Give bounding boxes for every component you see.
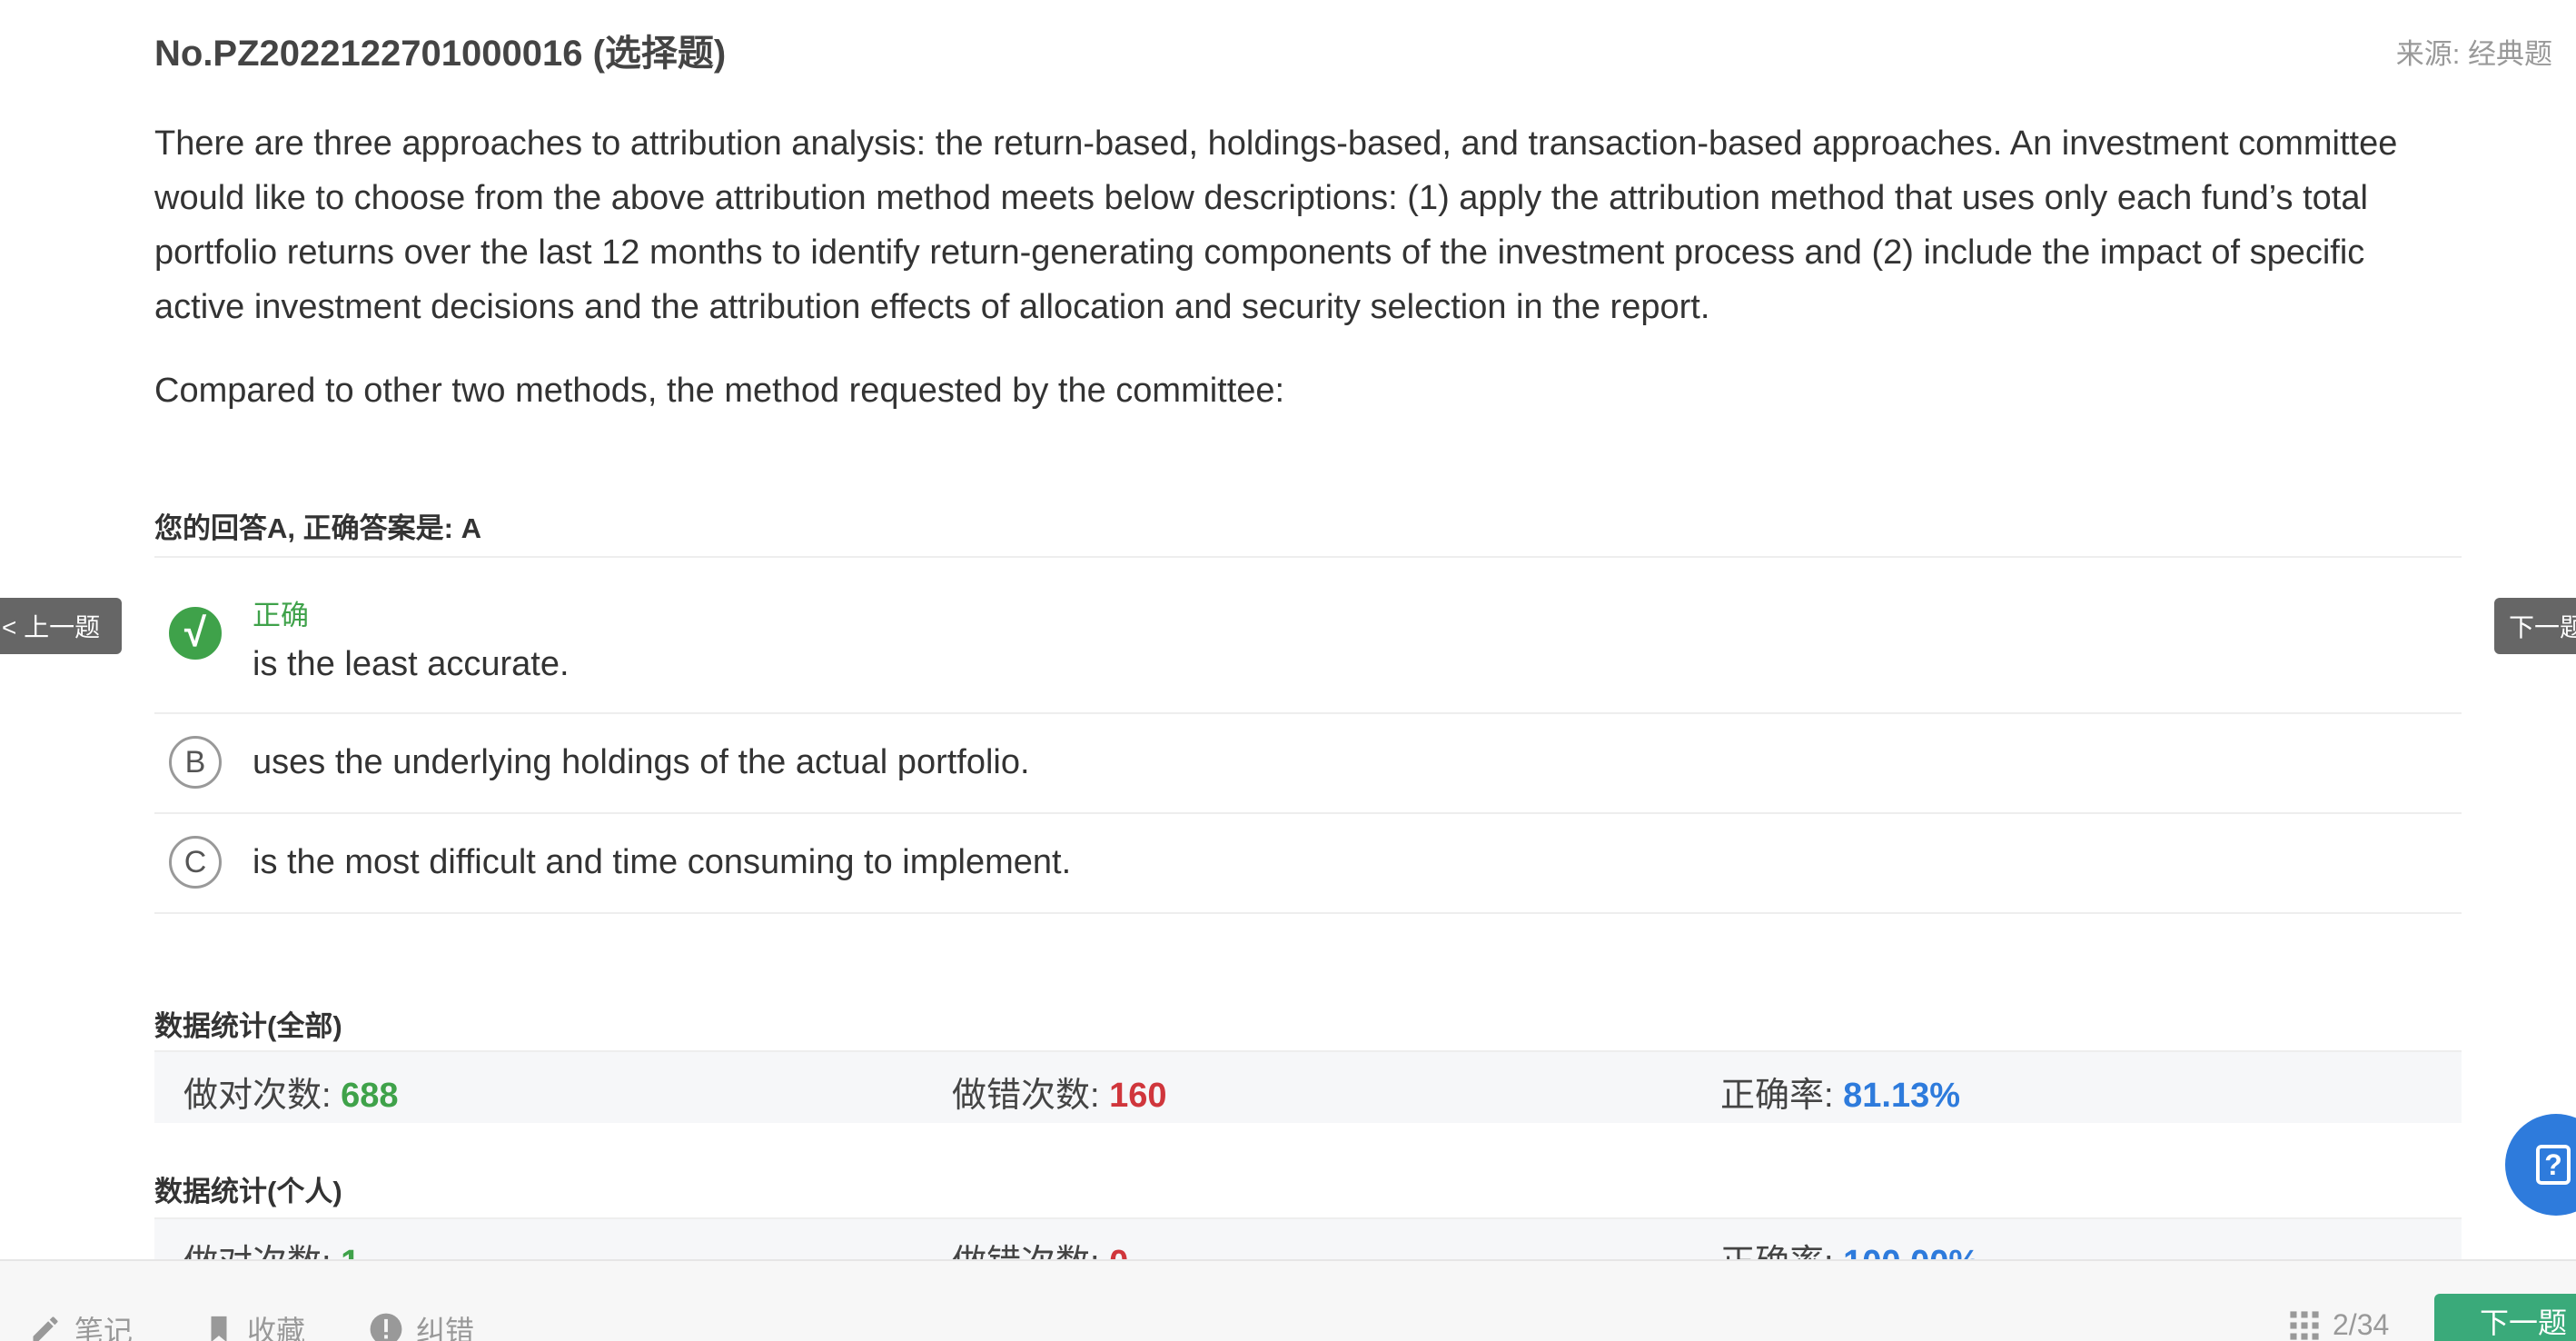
bottom-toolbar: 笔记 收藏 纠错 2/34 下一题 bbox=[0, 1259, 2576, 1341]
bookmark-icon bbox=[211, 1316, 227, 1341]
help-icon: ? bbox=[2536, 1145, 2571, 1185]
answer-prefix: 您的回答A, 正确答案是: bbox=[154, 512, 461, 544]
favorite-button[interactable]: 收藏 bbox=[203, 1308, 305, 1341]
progress-indicator[interactable]: 2/34 bbox=[2289, 1308, 2389, 1341]
stat-accuracy-rate: 正确率: 81.13% bbox=[1720, 1077, 1961, 1115]
answer-summary: 您的回答A, 正确答案是: A bbox=[154, 505, 481, 546]
stats-personal-title: 数据统计(个人) bbox=[154, 1176, 342, 1207]
question-number: No.PZ2022122701000016 (选择题) bbox=[154, 34, 727, 74]
option-text: is the most difficult and time consuming… bbox=[253, 843, 1072, 881]
favorite-label: 收藏 bbox=[247, 1315, 306, 1341]
option-marker: C bbox=[169, 836, 222, 889]
option-text: uses the underlying holdings of the actu… bbox=[253, 743, 1030, 781]
pencil-icon bbox=[33, 1316, 58, 1341]
correct-answer: A bbox=[461, 512, 481, 544]
stat-wrong-count: 做错次数: 160 bbox=[952, 1077, 1167, 1115]
stats-all-row: 做对次数: 688 做错次数: 160 正确率: 81.13% bbox=[154, 1050, 2462, 1123]
option-status: 正确 bbox=[253, 600, 309, 631]
option-a[interactable]: √ 正确 is the least accurate. bbox=[154, 558, 2462, 714]
stats-all-title: 数据统计(全部) bbox=[154, 1010, 342, 1042]
next-question-button[interactable]: 下一题 bbox=[2434, 1294, 2576, 1341]
question-header: No.PZ2022122701000016 (选择题) 来源: 经典题 bbox=[154, 24, 2552, 74]
report-error-button[interactable]: 纠错 bbox=[369, 1308, 474, 1341]
note-button[interactable]: 笔记 bbox=[29, 1308, 133, 1341]
grid-icon bbox=[2290, 1310, 2319, 1340]
option-text: is the least accurate. bbox=[253, 645, 570, 683]
stem-paragraph: There are three approaches to attributio… bbox=[154, 124, 2398, 326]
option-marker: B bbox=[169, 736, 222, 789]
stat-correct-count: 做对次数: 688 bbox=[183, 1077, 399, 1115]
alert-icon bbox=[370, 1313, 402, 1341]
prev-question-button[interactable]: < 上一题 bbox=[0, 598, 122, 654]
progress-count: 2/34 bbox=[2333, 1308, 2390, 1341]
question-source: 来源: 经典题 bbox=[2395, 38, 2552, 70]
option-c[interactable]: C is the most difficult and time consumi… bbox=[154, 814, 2462, 914]
check-icon: √ bbox=[169, 607, 222, 660]
report-error-label: 纠错 bbox=[416, 1315, 475, 1341]
next-question-side-button[interactable]: 下一题 bbox=[2494, 598, 2576, 654]
help-button[interactable]: ? bbox=[2505, 1114, 2576, 1216]
stem-paragraph: Compared to other two methods, the metho… bbox=[154, 372, 1285, 410]
question-stem: There are three approaches to attributio… bbox=[154, 116, 2462, 447]
note-label: 笔记 bbox=[74, 1315, 134, 1341]
question-page: No.PZ2022122701000016 (选择题) 来源: 经典题 Ther… bbox=[0, 0, 2576, 1341]
option-b[interactable]: B uses the underlying holdings of the ac… bbox=[154, 714, 2462, 814]
options-list: √ 正确 is the least accurate. B uses the u… bbox=[154, 556, 2462, 914]
